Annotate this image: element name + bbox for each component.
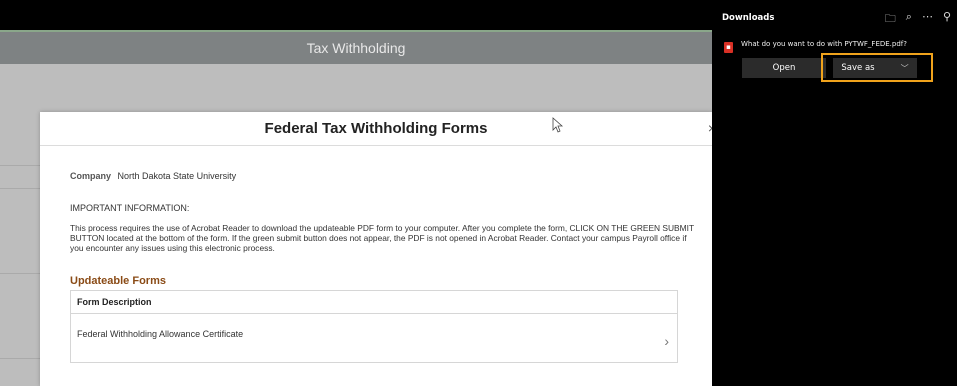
download-prompt: What do you want to do with PYTWF_FEDE.p…: [741, 40, 907, 48]
pin-icon[interactable]: ⚲: [943, 10, 951, 29]
company-value: North Dakota State University: [117, 171, 237, 181]
background-divider: [0, 165, 40, 166]
table-header: Form Description: [71, 291, 677, 314]
background-divider: [0, 273, 40, 274]
save-as-highlight: [821, 53, 933, 82]
page-title: Tax Withholding: [306, 40, 406, 56]
company-row: Company North Dakota State University: [70, 171, 682, 181]
folder-icon[interactable]: 🗀: [885, 10, 896, 29]
search-icon[interactable]: ⌕: [906, 10, 912, 29]
mouse-cursor-icon: [552, 117, 564, 133]
table-row[interactable]: Federal Withholding Allowance Certificat…: [71, 314, 677, 362]
instructions-paragraph: This process requires the use of Acrobat…: [70, 223, 694, 253]
section-title: Updateable Forms: [70, 275, 166, 287]
company-label: Company: [70, 171, 112, 181]
downloads-panel: Downloads 🗀 ⌕ ⋯ ⚲ ▪ What do you want to …: [712, 0, 957, 386]
more-icon[interactable]: ⋯: [922, 10, 933, 29]
background-divider: [0, 358, 40, 359]
modal-header: Federal Tax Withholding Forms ×: [40, 112, 716, 146]
open-button[interactable]: Open: [742, 58, 826, 78]
forms-table: Form Description Federal Withholding All…: [70, 290, 678, 363]
page-title-bar: Tax Withholding: [0, 30, 712, 64]
open-button-label: Open: [772, 63, 796, 73]
form-description: Federal Withholding Allowance Certificat…: [77, 329, 244, 339]
pdf-file-icon: ▪: [724, 42, 733, 53]
modal-title: Federal Tax Withholding Forms: [264, 120, 488, 137]
tax-forms-modal: Federal Tax Withholding Forms × Company …: [40, 112, 716, 386]
downloads-toolbar: 🗀 ⌕ ⋯ ⚲: [885, 10, 951, 29]
background-divider: [0, 188, 40, 189]
modal-body: Company North Dakota State University IM…: [40, 146, 712, 363]
chevron-right-icon: ›: [664, 333, 669, 349]
downloads-title: Downloads: [722, 13, 775, 23]
important-heading: IMPORTANT INFORMATION:: [70, 203, 190, 213]
